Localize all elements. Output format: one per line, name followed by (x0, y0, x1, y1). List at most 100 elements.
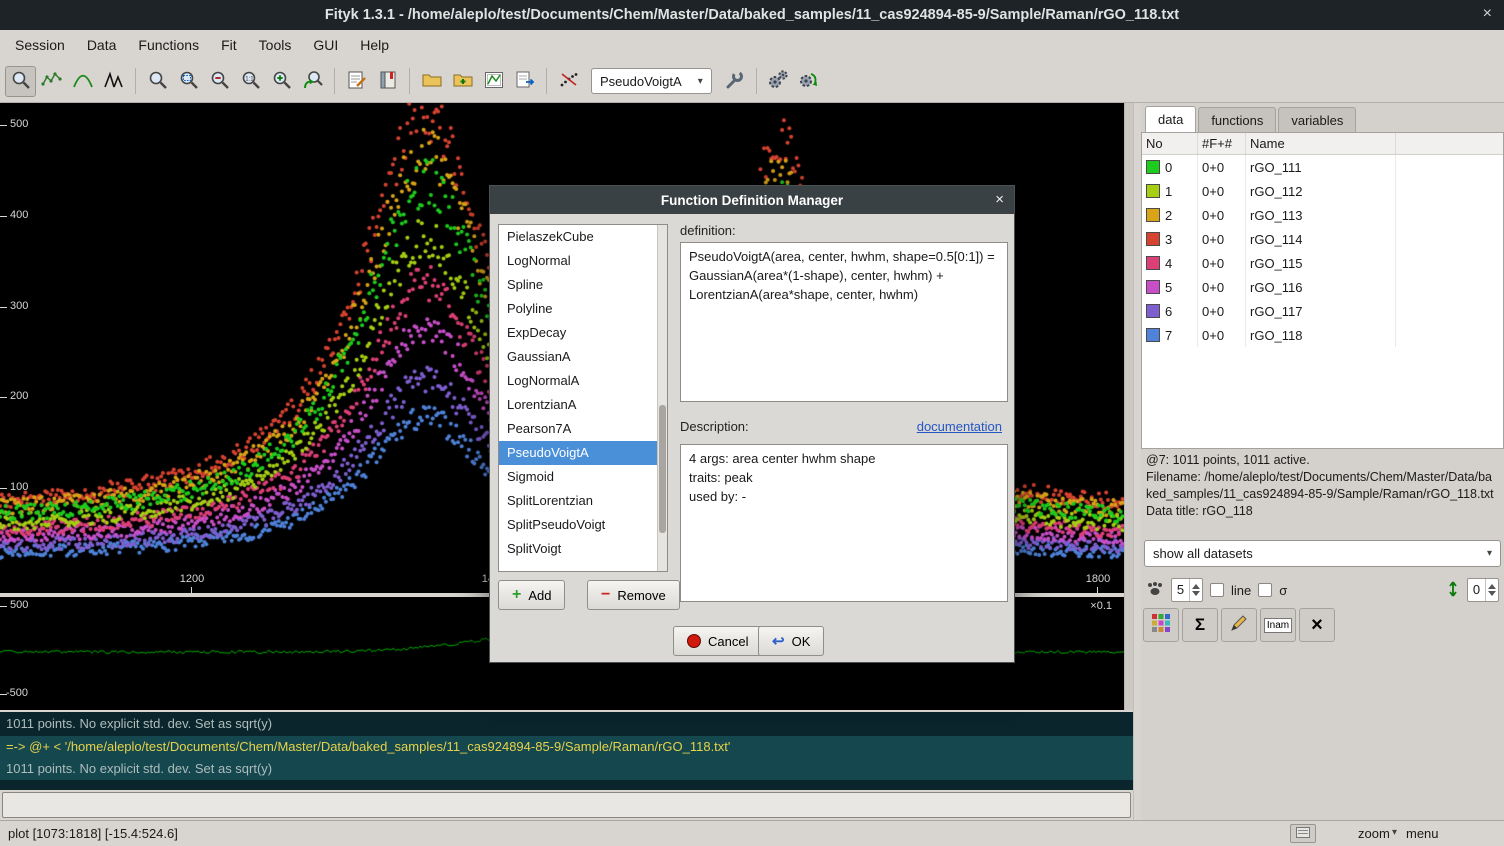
add-peak-mode-button[interactable] (67, 66, 98, 97)
fit-continue-button[interactable] (794, 66, 825, 97)
color-grid-icon (1151, 613, 1171, 638)
zoom-all-button[interactable] (142, 66, 173, 97)
spin-down-icon[interactable] (1488, 591, 1496, 596)
menu-gui[interactable]: GUI (302, 32, 349, 58)
menu-functions[interactable]: Functions (127, 32, 210, 58)
shift-stepper[interactable]: 0 (1467, 578, 1499, 602)
function-list-item[interactable]: Pearson7A (499, 417, 667, 441)
line-checkbox-label: line (1231, 583, 1251, 598)
dataset-info: @7: 1011 points, 1011 active. Filename: … (1146, 452, 1498, 538)
sidebar-tabs: data functions variables (1141, 103, 1358, 132)
dialog-title-bar[interactable]: Function Definition Manager × (490, 186, 1014, 214)
zoom-in-button[interactable] (266, 66, 297, 97)
show-datasets-select[interactable]: show all datasets ▾ (1144, 540, 1501, 567)
status-config-button[interactable] (1290, 824, 1316, 843)
dataset-grid-button[interactable] (1143, 608, 1179, 642)
function-list-item[interactable]: SplitPseudoVoigt (499, 513, 667, 537)
plot-scrollbar[interactable] (1124, 103, 1133, 710)
function-list-item[interactable]: LogNormal (499, 249, 667, 273)
point-size-stepper[interactable]: 5 (1171, 578, 1203, 602)
sigma-checkbox[interactable] (1258, 583, 1272, 597)
dataset-name: rGO_111 (1246, 155, 1396, 179)
zoom-100-button[interactable]: 1:1 (235, 66, 266, 97)
menu-data[interactable]: Data (76, 32, 128, 58)
scrollbar-thumb[interactable] (659, 405, 666, 533)
add-button[interactable]: + Add (498, 580, 565, 610)
toolbar-separator (334, 68, 335, 94)
tab-functions[interactable]: functions (1198, 107, 1276, 132)
sidebar-splitter[interactable] (1133, 103, 1141, 820)
menu-help[interactable]: Help (349, 32, 400, 58)
script-editor-button[interactable] (341, 66, 372, 97)
sum-button[interactable]: Σ (1182, 608, 1218, 642)
function-list-item[interactable]: ExpDecay (499, 321, 667, 345)
data-transform-button[interactable] (553, 66, 584, 97)
data-range-mode-button[interactable] (36, 66, 67, 97)
function-list[interactable]: PielaszekCube LogNormal Spline Polyline … (498, 224, 668, 572)
menu-session[interactable]: Session (4, 32, 76, 58)
menu-tools[interactable]: Tools (248, 32, 303, 58)
fit-run-button[interactable] (763, 66, 794, 97)
spin-up-icon[interactable] (1488, 584, 1496, 589)
output-console[interactable]: 1011 points. No explicit std. dev. Set a… (0, 712, 1133, 790)
function-type-select[interactable]: PseudoVoigtA ▾ (591, 68, 712, 94)
function-list-item[interactable]: PielaszekCube (499, 225, 667, 249)
window-close-button[interactable]: × (1483, 5, 1492, 23)
function-list-item[interactable]: Spline (499, 273, 667, 297)
zoom-selection-button[interactable] (173, 66, 204, 97)
save-image-button[interactable] (478, 66, 509, 97)
ok-button[interactable]: ↩ OK (758, 626, 824, 656)
data-points-icon (41, 69, 63, 94)
column-header-name[interactable]: Name (1246, 133, 1396, 154)
edit-data-button[interactable] (1221, 608, 1257, 642)
spin-down-icon[interactable] (1192, 591, 1200, 596)
function-list-item[interactable]: Sigmoid (499, 465, 667, 489)
function-list-item[interactable]: SplitVoigt (499, 537, 667, 561)
table-row[interactable]: 0 0+0 rGO_111 (1142, 155, 1503, 179)
remove-button[interactable]: − Remove (587, 580, 680, 610)
table-row[interactable]: 1 0+0 rGO_112 (1142, 179, 1503, 203)
delete-dataset-button[interactable]: × (1299, 608, 1335, 642)
function-list-item-selected[interactable]: PseudoVoigtA (499, 441, 667, 465)
function-list-item[interactable]: Polyline (499, 297, 667, 321)
zoom-out-button[interactable] (204, 66, 235, 97)
title-bar[interactable]: Fityk 1.3.1 - /home/aleplo/test/Document… (0, 0, 1504, 30)
append-data-button[interactable] (447, 66, 478, 97)
table-row[interactable]: 2 0+0 rGO_113 (1142, 203, 1503, 227)
documentation-link[interactable]: documentation (917, 419, 1002, 434)
column-header-no[interactable]: No (1142, 133, 1198, 154)
definition-textarea[interactable]: PseudoVoigtA(area, center, hwhm, shape=0… (680, 242, 1008, 402)
table-row[interactable]: 5 0+0 rGO_116 (1142, 275, 1503, 299)
menu-fit[interactable]: Fit (210, 32, 248, 58)
status-menu-button[interactable]: menu (1406, 826, 1439, 841)
previous-zoom-button[interactable] (297, 66, 328, 97)
function-list-item[interactable]: SplitLorentzian (499, 489, 667, 513)
menu-bar: Session Data Functions Fit Tools GUI Hel… (0, 30, 1504, 60)
function-list-item[interactable]: GaussianA (499, 345, 667, 369)
table-row[interactable]: 4 0+0 rGO_115 (1142, 251, 1503, 275)
function-list-item[interactable]: LorentzianA (499, 393, 667, 417)
function-list-item[interactable]: LogNormalA (499, 369, 667, 393)
point-size-icon (1146, 581, 1164, 600)
function-list-scrollbar[interactable] (657, 225, 667, 571)
table-row[interactable]: 6 0+0 rGO_117 (1142, 299, 1503, 323)
table-row[interactable]: 3 0+0 rGO_114 (1142, 227, 1503, 251)
spin-up-icon[interactable] (1192, 584, 1200, 589)
activate-data-mode-button[interactable] (98, 66, 129, 97)
cancel-button[interactable]: Cancel (673, 626, 762, 656)
status-zoom-dropdown[interactable]: zoom (1358, 826, 1390, 841)
export-button[interactable] (509, 66, 540, 97)
zoom-mode-button[interactable] (5, 66, 36, 97)
rename-button[interactable]: Inam (1260, 608, 1296, 642)
log-book-icon (377, 69, 399, 94)
line-checkbox[interactable] (1210, 583, 1224, 597)
open-data-button[interactable] (416, 66, 447, 97)
define-function-button[interactable] (719, 66, 750, 97)
dialog-close-button[interactable]: × (995, 191, 1004, 208)
table-row[interactable]: 7 0+0 rGO_118 (1142, 323, 1503, 347)
tab-data[interactable]: data (1145, 106, 1196, 132)
tab-variables[interactable]: variables (1278, 107, 1356, 132)
session-log-button[interactable] (372, 66, 403, 97)
column-header-f[interactable]: #F+# (1198, 133, 1246, 154)
command-input[interactable] (2, 792, 1131, 818)
